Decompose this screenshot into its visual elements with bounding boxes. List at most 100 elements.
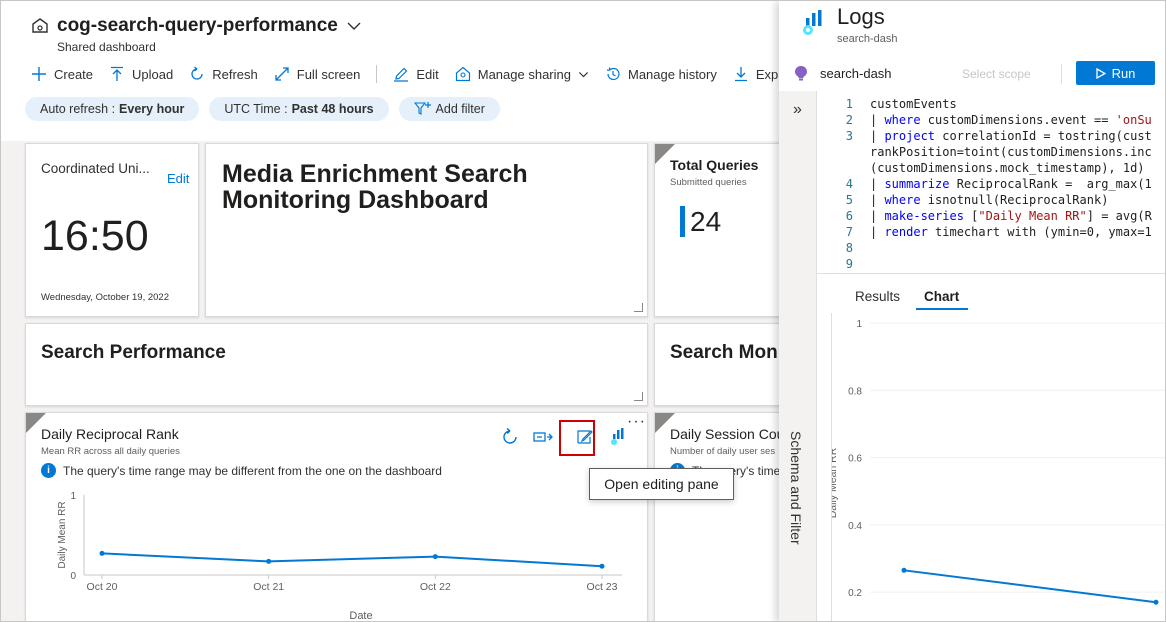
page-title: cog-search-query-performance <box>57 15 338 36</box>
daily-session-count-tile[interactable]: Daily Session Cou Number of daily user s… <box>654 412 794 621</box>
upload-button[interactable]: Upload <box>109 66 173 82</box>
y-tick-label: 0 <box>70 571 76 582</box>
data-point <box>599 563 605 569</box>
search-monitoring-tile[interactable]: Search Mon <box>654 323 794 406</box>
dashboard-header: cog-search-query-performance Shared dash… <box>1 1 781 141</box>
title-row: cog-search-query-performance <box>31 15 362 37</box>
dashboard-subtitle: Shared dashboard <box>57 40 156 54</box>
scope-divider <box>1061 64 1062 84</box>
utc-label: UTC Time : <box>224 102 288 116</box>
code-line: | where customDimensions.event == 'onSu <box>870 113 1152 127</box>
utc-time-pill[interactable]: UTC Time : Past 48 hours <box>209 97 389 121</box>
kpi-bar <box>680 206 685 237</box>
run-button[interactable]: Run <box>1076 61 1155 85</box>
line-number: 4 <box>845 177 853 191</box>
toolbar-divider <box>376 65 378 83</box>
clock-date: Wednesday, October 19, 2022 <box>41 292 169 303</box>
refresh-icon <box>191 66 203 80</box>
share-icon <box>455 66 470 82</box>
open-editing-pane-tooltip: Open editing pane <box>589 468 734 500</box>
chevron-down-icon[interactable] <box>346 18 362 34</box>
resize-handle[interactable] <box>634 303 643 312</box>
clock-time: 16:50 <box>41 212 149 260</box>
add-filter-pill[interactable]: Add filter <box>398 97 500 121</box>
result-tabs: Results Chart <box>817 273 1165 313</box>
rr-subtitle: Mean RR across all daily queries <box>41 446 180 457</box>
line-number: 9 <box>845 257 853 271</box>
pencil-icon <box>394 67 409 82</box>
resize-handle[interactable] <box>634 392 643 401</box>
logs-icon <box>803 10 822 35</box>
data-point <box>432 554 438 560</box>
code-line: | where isnotnull(ReciprocalRank) <box>870 193 1109 207</box>
y-axis-title: Daily Mean RR <box>832 447 839 518</box>
auto-refresh-label: Auto refresh : <box>40 102 116 116</box>
line-number: 6 <box>845 209 853 223</box>
data-point <box>266 558 272 564</box>
refresh-label: Refresh <box>212 66 258 82</box>
line-number: 5 <box>845 193 853 207</box>
data-point <box>1153 599 1159 605</box>
clock-tile[interactable]: Coordinated Uni... Edit 16:50 Wednesday,… <box>25 143 199 317</box>
edit-label: Edit <box>416 66 439 82</box>
history-icon <box>606 67 620 81</box>
total-queries-tile[interactable]: Total Queries Submitted queries 24 <box>654 143 794 317</box>
code-line: (customDimensions.mock_timestamp), 1d) <box>870 161 1145 175</box>
schema-filter-rail[interactable]: » Schema and Filter <box>779 91 817 621</box>
expand-chevron-icon[interactable]: » <box>793 101 802 119</box>
query-editor[interactable]: 1 2 3 4 5 6 7 8 9 customEvents | where customDim… <box>817 91 1165 273</box>
total-queries-value: 24 <box>690 206 722 237</box>
export-label: Exp <box>755 66 779 82</box>
add-filter-label: Add filter <box>435 102 485 116</box>
manage-history-label: Manage history <box>627 66 717 82</box>
add-filter-icon <box>413 102 431 115</box>
clock-edit-link[interactable]: Edit <box>167 171 189 186</box>
create-label: Create <box>54 66 94 82</box>
full-screen-button[interactable]: Full screen <box>274 66 360 82</box>
y-tick-label: 1 <box>856 319 862 330</box>
session-subtitle: Number of daily user ses <box>670 446 776 457</box>
x-tick-label: Oct 22 <box>420 581 451 593</box>
pin-to-insights-icon[interactable] <box>608 427 628 447</box>
create-button[interactable]: Create <box>31 66 93 82</box>
rr-chart: 1 0Daily Mean RR Oct 20 Oct 21 Oct 22 Oct 23 D… <box>57 491 622 621</box>
edit-button[interactable]: Edit <box>393 66 439 82</box>
rr-warning-text: The query's time range may be different … <box>63 463 442 478</box>
utc-value: Past 48 hours <box>291 102 374 116</box>
open-logs-icon[interactable] <box>532 428 554 446</box>
y-tick-label: 0.8 <box>848 386 862 397</box>
markdown-heading-line2: Monitoring Dashboard <box>222 186 489 214</box>
search-performance-heading: Search Performance <box>41 342 226 363</box>
more-options-icon[interactable]: ··· <box>627 413 646 431</box>
search-performance-tile[interactable]: Search Performance <box>25 323 648 406</box>
scope-icon <box>795 66 807 81</box>
export-button[interactable]: Exp <box>733 66 778 82</box>
x-tick-label: Oct 20 <box>87 581 118 593</box>
code-line: customEvents <box>870 97 957 111</box>
refresh-button[interactable]: Refresh <box>189 66 258 82</box>
search-monitoring-heading: Search Mon <box>670 342 778 363</box>
tab-results[interactable]: Results <box>855 289 900 304</box>
info-icon: i <box>41 463 56 478</box>
logs-pane: Logs search-dash search-dash Select scop… <box>779 1 1165 621</box>
data-point <box>99 550 105 556</box>
scope-name[interactable]: search-dash <box>820 66 892 81</box>
refresh-icon[interactable] <box>500 427 520 447</box>
y-tick-label: 0.4 <box>848 521 862 532</box>
expand-icon <box>275 67 289 81</box>
select-scope-link[interactable]: Select scope <box>962 67 1031 81</box>
line-number: 7 <box>845 225 853 239</box>
markdown-heading-line1: Media Enrichment Search <box>222 160 528 188</box>
manage-sharing-button[interactable]: Manage sharing <box>455 66 589 82</box>
auto-refresh-pill[interactable]: Auto refresh : Every hour <box>25 97 200 121</box>
tab-chart[interactable]: Chart <box>924 289 959 304</box>
app-frame: cog-search-query-performance Shared dash… <box>0 0 1166 622</box>
series-line <box>101 552 603 568</box>
manage-history-button[interactable]: Manage history <box>605 66 717 82</box>
markdown-tile[interactable]: Media Enrichment Search Monitoring Dashb… <box>205 143 648 317</box>
daily-reciprocal-rank-tile[interactable]: Daily Reciprocal Rank Mean RR across all… <box>25 412 648 621</box>
series-line <box>903 569 1157 604</box>
run-label: Run <box>1111 65 1136 81</box>
line-number: 3 <box>845 129 853 143</box>
download-icon <box>734 67 747 82</box>
